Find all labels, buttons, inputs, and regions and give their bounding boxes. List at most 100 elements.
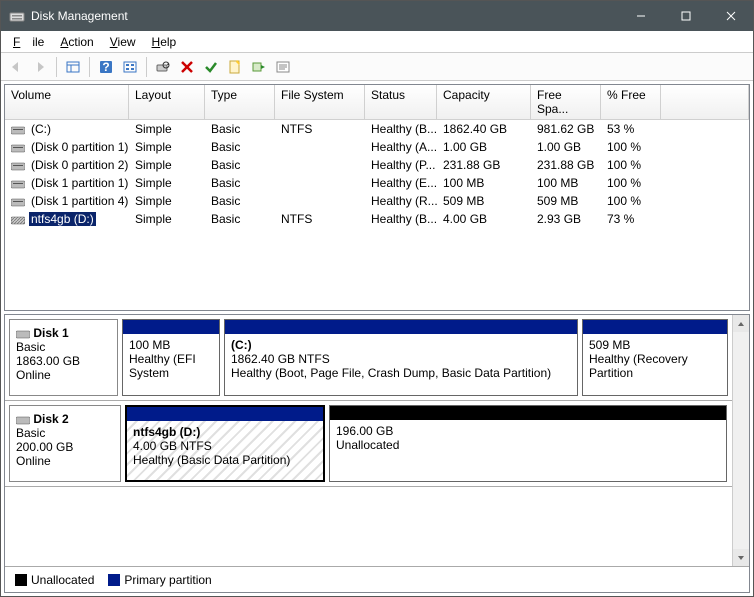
partition-status: Unallocated (336, 438, 399, 452)
volume-name: (C:) (29, 122, 53, 136)
col-free[interactable]: Free Spa... (531, 85, 601, 119)
volume-fs (275, 175, 365, 191)
volume-type: Basic (205, 121, 275, 137)
partition-status: Healthy (Basic Data Partition) (133, 453, 290, 467)
col-layout[interactable]: Layout (129, 85, 205, 119)
show-hide-button[interactable] (62, 56, 84, 78)
volume-pfree: 100 % (601, 175, 661, 191)
volume-pfree: 73 % (601, 211, 661, 227)
apply-button[interactable] (200, 56, 222, 78)
menu-help[interactable]: Help (146, 33, 183, 51)
partition[interactable]: ntfs4gb (D:)4.00 GB NTFSHealthy (Basic D… (125, 405, 325, 482)
volume-fs: NTFS (275, 121, 365, 137)
col-status[interactable]: Status (365, 85, 437, 119)
disk-name: Disk 1 (33, 326, 68, 340)
disk-type: Basic (16, 340, 45, 354)
col-type[interactable]: Type (205, 85, 275, 119)
volume-capacity: 1.00 GB (437, 139, 531, 155)
settings-button[interactable] (119, 56, 141, 78)
partition-size: 4.00 GB NTFS (133, 439, 212, 453)
menu-file[interactable]: File (7, 33, 50, 51)
volume-capacity: 509 MB (437, 193, 531, 209)
col-filesystem[interactable]: File System (275, 85, 365, 119)
volume-type: Basic (205, 175, 275, 191)
scroll-down-icon[interactable] (733, 549, 749, 566)
volume-name: (Disk 0 partition 2) (29, 158, 129, 172)
partition-status: Healthy (Boot, Page File, Crash Dump, Ba… (231, 366, 551, 380)
volume-layout: Simple (129, 193, 205, 209)
volume-type: Basic (205, 157, 275, 173)
partition-stripe (583, 320, 727, 334)
legend-primary: Primary partition (108, 573, 211, 587)
volume-header: Volume Layout Type File System Status Ca… (5, 85, 749, 120)
partition-title: ntfs4gb (D:) (133, 425, 200, 439)
volume-row[interactable]: (Disk 1 partition 4)SimpleBasicHealthy (… (5, 192, 749, 210)
volume-capacity: 4.00 GB (437, 211, 531, 227)
volume-row[interactable]: (Disk 0 partition 2)SimpleBasicHealthy (… (5, 156, 749, 174)
volume-status: Healthy (E... (365, 175, 437, 191)
partition-size: 196.00 GB (336, 424, 393, 438)
volume-fs (275, 157, 365, 173)
volume-pfree: 100 % (601, 193, 661, 209)
volume-name: (Disk 1 partition 1) (29, 176, 129, 190)
back-button[interactable] (5, 56, 27, 78)
volume-row[interactable]: ntfs4gb (D:)SimpleBasicNTFSHealthy (B...… (5, 210, 749, 228)
delete-button[interactable] (176, 56, 198, 78)
partition[interactable]: 196.00 GBUnallocated (329, 405, 727, 482)
disk-size: 1863.00 GB (16, 354, 80, 368)
extend-button[interactable] (248, 56, 270, 78)
volume-name: (Disk 0 partition 1) (29, 140, 129, 154)
disk-name: Disk 2 (33, 412, 68, 426)
volume-type: Basic (205, 193, 275, 209)
disk-row: Disk 2Basic200.00 GBOnlinentfs4gb (D:)4.… (5, 401, 732, 487)
col-capacity[interactable]: Capacity (437, 85, 531, 119)
volume-list[interactable]: Volume Layout Type File System Status Ca… (4, 84, 750, 311)
volume-row[interactable]: (C:)SimpleBasicNTFSHealthy (B...1862.40 … (5, 120, 749, 138)
partition[interactable]: (C:)1862.40 GB NTFSHealthy (Boot, Page F… (224, 319, 578, 396)
volume-capacity: 100 MB (437, 175, 531, 191)
partition[interactable]: 100 MBHealthy (EFI System (122, 319, 220, 396)
partition-status: Healthy (Recovery Partition (589, 352, 688, 380)
refresh-button[interactable] (152, 56, 174, 78)
titlebar: Disk Management (1, 1, 753, 31)
volume-status: Healthy (B... (365, 211, 437, 227)
volume-status: Healthy (A... (365, 139, 437, 155)
volume-row[interactable]: (Disk 0 partition 1)SimpleBasicHealthy (… (5, 138, 749, 156)
volume-status: Healthy (P... (365, 157, 437, 173)
menu-action[interactable]: Action (54, 33, 99, 51)
disk-info[interactable]: Disk 2Basic200.00 GBOnline (9, 405, 121, 482)
volume-status: Healthy (R... (365, 193, 437, 209)
svg-text:?: ? (102, 60, 109, 74)
window-title: Disk Management (31, 9, 618, 23)
volume-capacity: 231.88 GB (437, 157, 531, 173)
partition-title: (C:) (231, 338, 252, 352)
volume-layout: Simple (129, 121, 205, 137)
menu-view[interactable]: View (104, 33, 142, 51)
maximize-button[interactable] (663, 1, 708, 31)
legend: Unallocated Primary partition (5, 566, 749, 592)
disk-state: Online (16, 454, 51, 468)
volume-fs: NTFS (275, 211, 365, 227)
scroll-up-icon[interactable] (733, 315, 749, 332)
new-button[interactable] (224, 56, 246, 78)
disk-info[interactable]: Disk 1Basic1863.00 GBOnline (9, 319, 118, 396)
help-button[interactable]: ? (95, 56, 117, 78)
volume-free: 509 MB (531, 193, 601, 209)
forward-button[interactable] (29, 56, 51, 78)
minimize-button[interactable] (618, 1, 663, 31)
partition[interactable]: 509 MBHealthy (Recovery Partition (582, 319, 728, 396)
scrollbar[interactable] (732, 315, 749, 566)
partition-stripe (225, 320, 577, 334)
partition-size: 509 MB (589, 338, 630, 352)
disk-graphical-view: Disk 1Basic1863.00 GBOnline100 MBHealthy… (4, 314, 750, 593)
properties-button[interactable] (272, 56, 294, 78)
disk-mgmt-icon (9, 8, 25, 24)
col-volume[interactable]: Volume (5, 85, 129, 119)
col-pfree[interactable]: % Free (601, 85, 661, 119)
partition-stripe (330, 406, 726, 420)
disk-state: Online (16, 368, 51, 382)
volume-row[interactable]: (Disk 1 partition 1)SimpleBasicHealthy (… (5, 174, 749, 192)
volume-type: Basic (205, 139, 275, 155)
partition-size: 1862.40 GB NTFS (231, 352, 330, 366)
close-button[interactable] (708, 1, 753, 31)
